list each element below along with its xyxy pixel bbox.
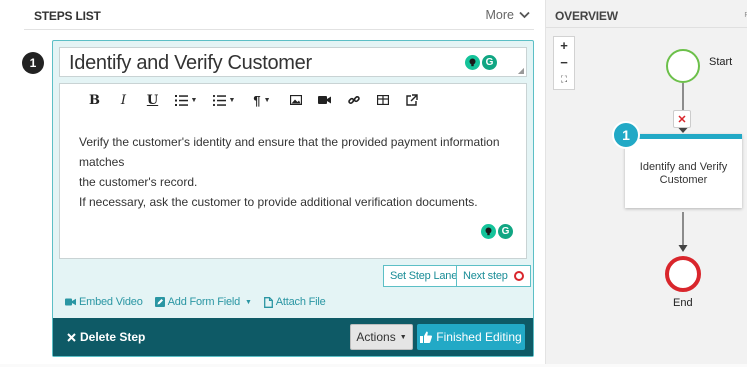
italic-button[interactable]: I: [109, 89, 138, 111]
bold-button[interactable]: B: [80, 89, 109, 111]
grammarly-bulb-icon: [465, 55, 480, 70]
grammarly-logo-icon: G: [498, 224, 513, 239]
edit-icon: [154, 297, 165, 307]
editor-toolbar: B I U ▼ ▼ ¶ ▼: [60, 84, 526, 116]
caret-down-icon: ▼: [228, 96, 236, 104]
end-label: End: [673, 297, 693, 309]
page: STEPS LIST More 1 Identify and Verify Cu…: [0, 0, 747, 367]
add-form-field-label: Add Form Field: [167, 296, 241, 308]
ordered-list-icon: [174, 94, 188, 106]
attach-file-link[interactable]: Attach File: [263, 296, 326, 308]
grammarly-logo-icon: G: [482, 55, 497, 70]
paragraph-icon: ¶: [253, 92, 261, 108]
link-icon: [347, 96, 360, 104]
step-action-links: Embed Video Add Form Field ▼ Attach File: [65, 296, 326, 308]
steps-list-header: STEPS LIST More: [24, 0, 534, 30]
bullet-list-button[interactable]: ▼: [205, 89, 243, 111]
grammarly-widget[interactable]: G: [465, 55, 497, 70]
embed-video-link[interactable]: Embed Video: [65, 296, 143, 308]
bullet-list-icon: [212, 94, 226, 106]
step-title-field[interactable]: Identify and Verify Customer G ◢: [59, 47, 527, 77]
grammarly-widget[interactable]: G: [481, 224, 513, 239]
image-icon: [289, 95, 302, 105]
overview-panel: OVERVIEW P + − ⛶ Start ✕ Identify and Ve…: [545, 0, 747, 367]
insert-image-button[interactable]: [281, 89, 310, 111]
step-node[interactable]: Identify and Verify Customer: [625, 134, 742, 208]
step-number-badge: 1: [22, 52, 44, 74]
step-card: Identify and Verify Customer G ◢ B I U ▼: [52, 40, 534, 357]
file-icon: [263, 296, 273, 308]
table-icon: [376, 95, 389, 105]
embed-video-label: Embed Video: [79, 296, 143, 308]
start-label: Start: [709, 56, 733, 68]
close-icon: [67, 332, 76, 342]
end-event-circle: [665, 256, 701, 292]
caret-down-icon: ▼: [245, 298, 252, 306]
start-event-circle: [666, 49, 700, 83]
step-description-text[interactable]: Verify the customer's identity and ensur…: [79, 132, 519, 212]
end-circle-icon: [513, 271, 524, 281]
step-node-number: 1: [612, 121, 640, 149]
step-description-editor[interactable]: B I U ▼ ▼ ¶ ▼ Verify the customer's iden…: [59, 83, 527, 259]
caret-down-icon: ▼: [399, 333, 407, 341]
set-step-lane-button[interactable]: Set Step Lane: [383, 265, 465, 287]
insert-table-button[interactable]: [368, 89, 397, 111]
next-step-label: Next step: [463, 270, 508, 282]
step-title-text: Identify and Verify Customer: [69, 52, 312, 74]
chevron-down-icon: [519, 11, 530, 19]
video-icon: [65, 298, 76, 306]
steps-list-title: STEPS LIST: [34, 9, 101, 23]
set-step-lane-label: Set Step Lane: [390, 270, 458, 282]
more-button[interactable]: More: [486, 8, 530, 22]
resize-handle-icon[interactable]: ◢: [518, 66, 524, 75]
delete-step-label: Delete Step: [80, 330, 146, 344]
caret-down-icon: ▼: [190, 96, 198, 104]
description-line: the customer's record.: [79, 175, 198, 189]
description-line: If necessary, ask the customer to provid…: [79, 195, 478, 209]
insert-link-button[interactable]: [339, 89, 368, 111]
arrowhead-icon: [678, 128, 688, 133]
thumbs-up-icon: [420, 331, 433, 343]
ordered-list-button[interactable]: ▼: [167, 89, 205, 111]
step-node-label: Identify and Verify Customer: [639, 160, 728, 186]
actions-label: Actions: [356, 330, 396, 344]
arrowhead-icon: [678, 245, 688, 252]
open-external-button[interactable]: [397, 89, 426, 111]
external-link-icon: [405, 94, 418, 106]
add-form-field-link[interactable]: Add Form Field ▼: [154, 296, 252, 308]
grammarly-bulb-icon: [481, 224, 496, 239]
paragraph-format-button[interactable]: ¶ ▼: [243, 89, 281, 111]
finished-editing-label: Finished Editing: [436, 330, 522, 344]
video-icon: [318, 96, 331, 104]
remove-connector-button[interactable]: ✕: [673, 110, 691, 128]
more-label: More: [485, 8, 514, 22]
finished-editing-button[interactable]: Finished Editing: [417, 324, 525, 350]
next-step-button[interactable]: Next step: [456, 265, 531, 287]
step-footer-bar: Delete Step Actions ▼ Finished Editing: [53, 318, 533, 356]
attach-file-label: Attach File: [275, 296, 326, 308]
actions-dropdown-button[interactable]: Actions ▼: [350, 324, 413, 350]
underline-button[interactable]: U: [138, 89, 167, 111]
caret-down-icon: ▼: [263, 96, 271, 104]
description-line: Verify the customer's identity and ensur…: [79, 135, 500, 169]
insert-video-button[interactable]: [310, 89, 339, 111]
delete-step-button[interactable]: Delete Step: [67, 330, 145, 344]
